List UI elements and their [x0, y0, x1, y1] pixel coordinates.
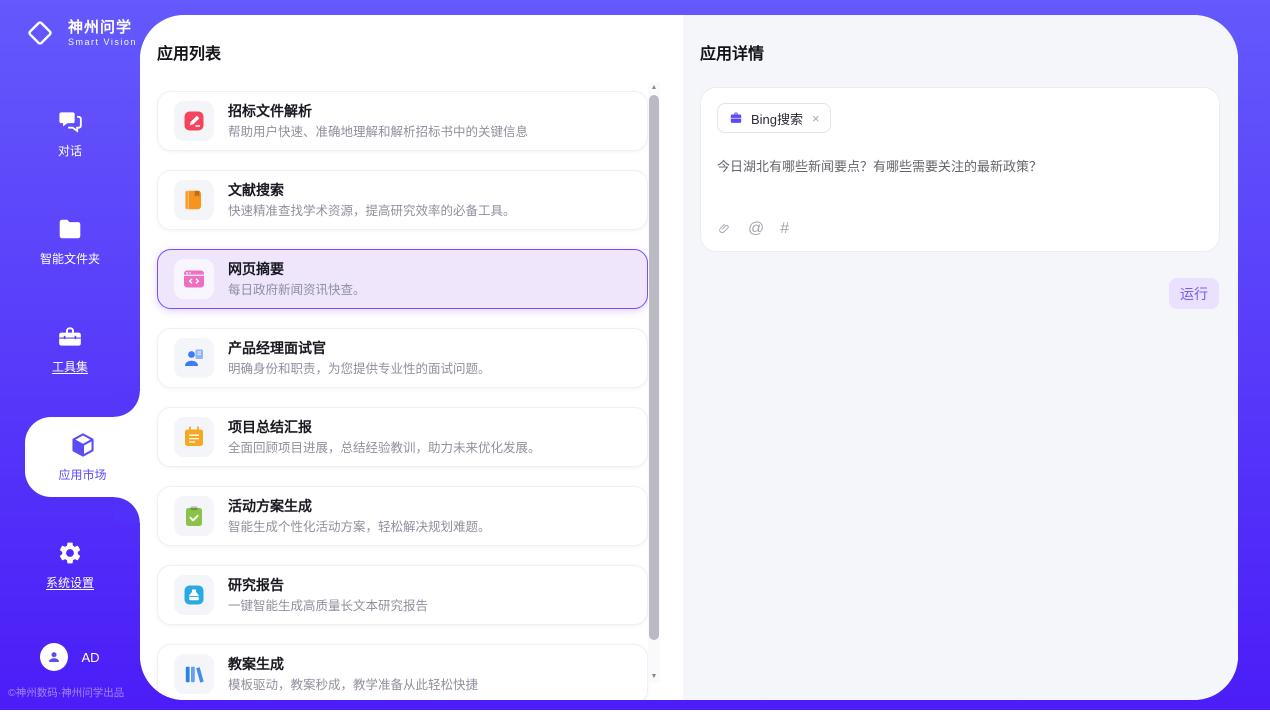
ink-bottle-icon	[182, 583, 206, 607]
scrollbar[interactable]: ▲ ▼	[648, 82, 660, 683]
prompt-card: Bing搜索 × 今日湖北有哪些新闻要点？有哪些需要关注的最新政策？ @ #	[700, 87, 1220, 252]
user-icon	[46, 649, 62, 665]
sidebar-item-label: 工具集	[52, 358, 88, 375]
browser-code-icon	[182, 267, 206, 291]
user-profile[interactable]: AD	[0, 643, 140, 671]
hash-icon[interactable]: #	[780, 221, 789, 237]
clipboard-check-icon	[182, 504, 206, 528]
app-item-name: 招标文件解析	[228, 103, 528, 120]
brand-logo: 神州问学 Smart Vision	[0, 0, 140, 53]
sidebar-item-label: 对话	[58, 142, 82, 159]
app-item-description: 全面回顾项目进展，总结经验教训，助力未来优化发展。	[228, 441, 541, 456]
app-item-name: 研究报告	[228, 577, 428, 594]
tool-chip-bing-search[interactable]: Bing搜索 ×	[717, 103, 831, 133]
app-item-name: 活动方案生成	[228, 498, 491, 515]
sidebar-item-label: 应用市场	[58, 466, 106, 483]
pen-square-icon	[182, 109, 206, 133]
sidebar-item-settings[interactable]: 系统设置	[0, 525, 140, 605]
app-window: 神州问学 Smart Vision 对话 智能文件夹 工具集 应用市场 系统设置…	[0, 0, 1270, 714]
app-list-item[interactable]: 文献搜索 快速精准查找学术资源，提高研究效率的必备工具。	[157, 170, 648, 230]
app-list-panel: 应用列表 招标文件解析 帮助用户快速、准确地理解和解析招标书中的关键信息 文献搜…	[140, 15, 683, 700]
app-list-item[interactable]: 招标文件解析 帮助用户快速、准确地理解和解析招标书中的关键信息	[157, 91, 648, 151]
sidebar-item-label: 系统设置	[46, 574, 94, 591]
app-item-description: 一键智能生成高质量长文本研究报告	[228, 599, 428, 614]
app-item-description: 模板驱动，教案秒成，教学准备从此轻松快捷	[228, 678, 478, 693]
app-list-title: 应用列表	[157, 40, 683, 64]
app-list-item[interactable]: 教案生成 模板驱动，教案秒成，教学准备从此轻松快捷	[157, 644, 648, 700]
prompt-toolbar: @ #	[717, 221, 1203, 237]
purple-frame: 神州问学 Smart Vision 对话 智能文件夹 工具集 应用市场 系统设置…	[0, 0, 1270, 710]
app-item-name: 教案生成	[228, 656, 478, 673]
sidebar-item-label: 智能文件夹	[40, 250, 100, 267]
brand-name: 神州问学	[68, 19, 137, 37]
app-item-name: 产品经理面试官	[228, 340, 491, 357]
app-list-item[interactable]: 活动方案生成 智能生成个性化活动方案，轻松解决规划难题。	[157, 486, 648, 546]
scroll-up-icon[interactable]: ▲	[648, 83, 660, 93]
app-item-name: 文献搜索	[228, 182, 516, 199]
copyright: ©神州数码·神州问学出品	[0, 685, 140, 700]
app-item-description: 智能生成个性化活动方案，轻松解决规划难题。	[228, 520, 491, 535]
app-item-description: 每日政府新闻资讯快查。	[228, 283, 366, 298]
sidebar-item-smart-folder[interactable]: 智能文件夹	[0, 201, 140, 281]
person-doc-icon	[182, 346, 206, 370]
paperclip-icon[interactable]	[717, 222, 732, 237]
sidebar-item-toolset[interactable]: 工具集	[0, 309, 140, 389]
books-icon	[182, 662, 206, 686]
app-list: 招标文件解析 帮助用户快速、准确地理解和解析招标书中的关键信息 文献搜索 快速精…	[157, 91, 683, 700]
app-item-description: 明确身份和职责，为您提供专业性的面试问题。	[228, 362, 491, 377]
main-content: 应用列表 招标文件解析 帮助用户快速、准确地理解和解析招标书中的关键信息 文献搜…	[140, 15, 1238, 700]
app-item-name: 网页摘要	[228, 261, 366, 278]
brand-subtitle: Smart Vision	[68, 37, 137, 47]
folder-icon	[57, 216, 83, 242]
scroll-down-icon[interactable]: ▼	[648, 672, 660, 682]
sidebar: 神州问学 Smart Vision 对话 智能文件夹 工具集 应用市场 系统设置…	[0, 0, 140, 710]
app-list-item[interactable]: 网页摘要 每日政府新闻资讯快查。	[157, 249, 648, 309]
app-item-description: 快速精准查找学术资源，提高研究效率的必备工具。	[228, 204, 516, 219]
calendar-note-icon	[182, 425, 206, 449]
sidebar-item-app-market[interactable]: 应用市场	[25, 417, 140, 497]
sidebar-nav: 对话 智能文件夹 工具集 应用市场 系统设置	[0, 93, 140, 633]
app-detail-title: 应用详情	[700, 40, 1222, 64]
chat-icon	[57, 108, 83, 134]
tool-chip-label: Bing搜索	[751, 109, 803, 128]
briefcase-icon	[728, 110, 744, 126]
app-item-name: 项目总结汇报	[228, 419, 541, 436]
cube-icon	[70, 432, 96, 458]
brand-diamond-icon	[20, 13, 60, 53]
book-icon	[182, 188, 206, 212]
query-text[interactable]: 今日湖北有哪些新闻要点？有哪些需要关注的最新政策？	[717, 158, 1203, 176]
chip-close-icon[interactable]: ×	[812, 111, 820, 126]
toolbox-icon	[57, 324, 83, 350]
run-button[interactable]: 运行	[1169, 278, 1219, 309]
mention-icon[interactable]: @	[748, 221, 764, 237]
app-list-item[interactable]: 研究报告 一键智能生成高质量长文本研究报告	[157, 565, 648, 625]
sidebar-item-chat[interactable]: 对话	[0, 93, 140, 173]
app-list-item[interactable]: 项目总结汇报 全面回顾项目进展，总结经验教训，助力未来优化发展。	[157, 407, 648, 467]
app-detail-panel: 应用详情 Bing搜索 × 今日湖北有哪些新闻要点？有哪些需要关注的最新政策？ …	[683, 15, 1238, 700]
app-item-description: 帮助用户快速、准确地理解和解析招标书中的关键信息	[228, 125, 528, 140]
app-list-item[interactable]: 产品经理面试官 明确身份和职责，为您提供专业性的面试问题。	[157, 328, 648, 388]
gear-icon	[57, 540, 83, 566]
scrollbar-thumb[interactable]	[649, 95, 659, 640]
user-initials: AD	[81, 650, 99, 665]
avatar	[40, 643, 68, 671]
